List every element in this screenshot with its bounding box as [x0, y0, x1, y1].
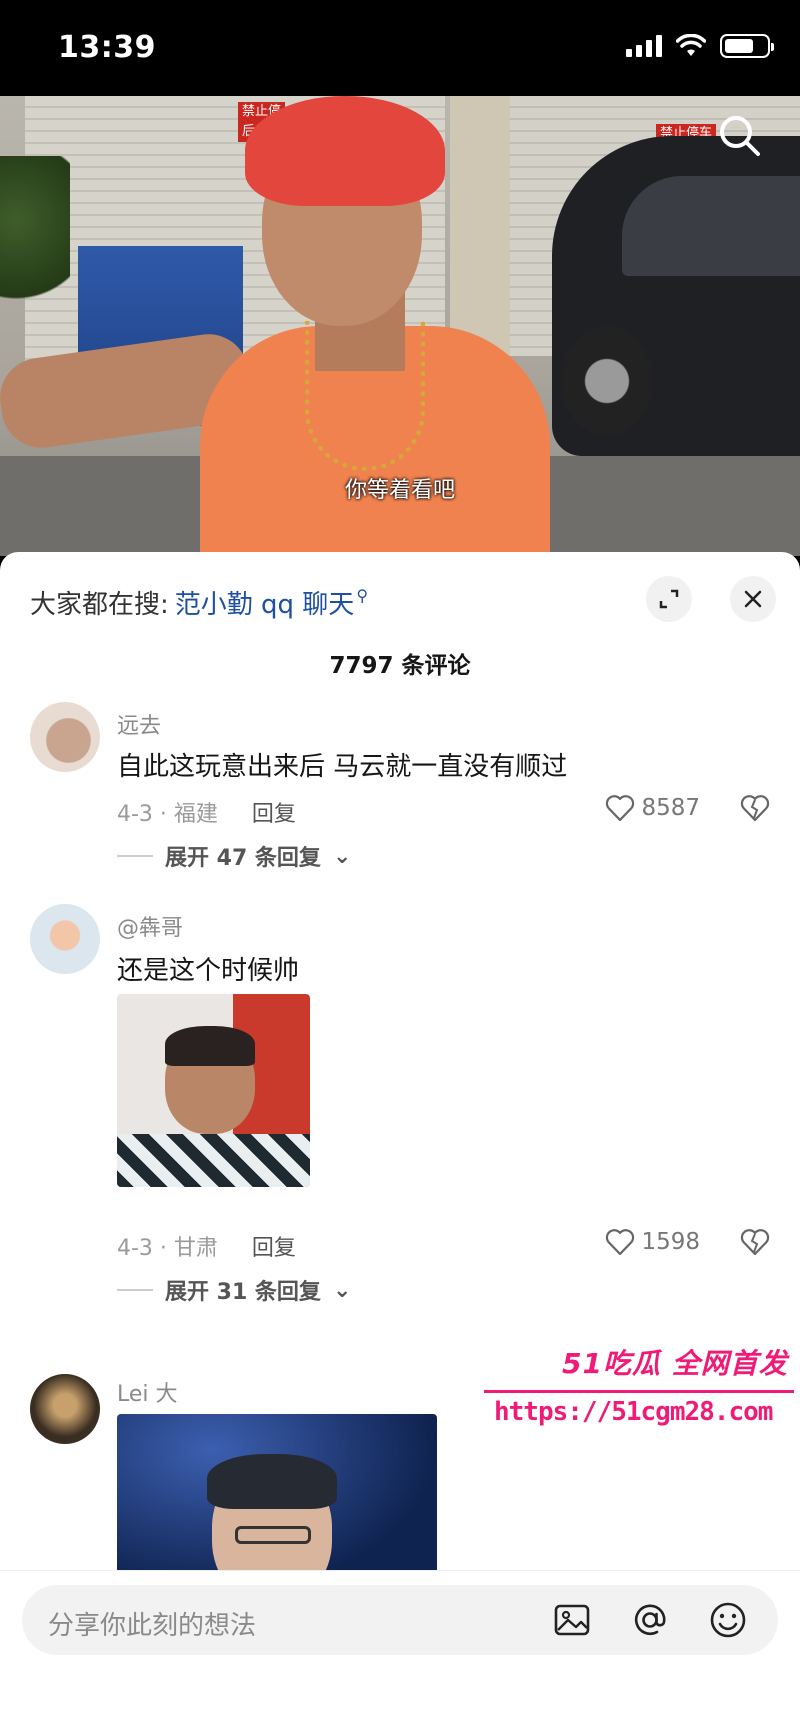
image-hair: [207, 1454, 337, 1509]
comment-date-location: 4-3 · 福建: [117, 802, 218, 827]
comment-input-bar: 分享你此刻的想法: [0, 1570, 800, 1731]
comment-input[interactable]: 分享你此刻的想法: [22, 1585, 778, 1655]
wifi-icon: [676, 34, 706, 56]
watermark-url: https://51cgm28.com: [494, 1397, 773, 1427]
comment-username[interactable]: 远去: [117, 708, 161, 740]
broken-heart-icon[interactable]: [740, 1228, 770, 1256]
comment-input-placeholder: 分享你此刻的想法: [48, 1611, 257, 1641]
emoji-icon[interactable]: [708, 1600, 748, 1640]
image-glasses: [235, 1526, 311, 1544]
expand-line: [117, 1289, 153, 1291]
expand-line: [117, 855, 153, 857]
video-person-hair: [245, 96, 445, 206]
video-person-chain: [305, 321, 425, 471]
video-car: [552, 136, 800, 456]
like-count: 1598: [641, 1229, 700, 1255]
chevron-down-icon: ⌄: [332, 1277, 352, 1303]
comment-date-location: 4-3 · 甘肃: [117, 1236, 218, 1261]
comment-count: 7797 条评论: [329, 653, 471, 679]
fullscreen-button[interactable]: [646, 576, 692, 622]
heart-icon: [606, 795, 635, 822]
comment-item: @犇哥 还是这个时候帅 4-3 · 甘肃 回复 1598 展开 31 条回复 ⌄: [0, 904, 800, 1305]
trending-search[interactable]: 大家都在搜: 范小勤 qq 聊天 ⚲: [30, 584, 368, 621]
comment-meta: 4-3 · 福建 回复: [117, 796, 296, 828]
comment-username[interactable]: @犇哥: [117, 910, 183, 942]
trending-search-keyword[interactable]: 范小勤 qq 聊天: [175, 584, 355, 621]
at-icon[interactable]: [630, 1600, 670, 1640]
watermark-bar: [484, 1390, 794, 1393]
like-button[interactable]: 8587: [605, 794, 700, 822]
expand-replies-button[interactable]: 展开 31 条回复 ⌄: [117, 1274, 351, 1306]
video-plant: [0, 156, 70, 316]
avatar[interactable]: [30, 904, 100, 974]
small-search-icon: ⚲: [356, 586, 369, 605]
close-button[interactable]: [730, 576, 776, 622]
watermark: 51吃瓜 全网首发 https://51cgm28.com: [484, 1342, 794, 1432]
reply-button[interactable]: 回复: [252, 796, 296, 828]
chevron-down-icon: ⌄: [332, 843, 352, 869]
expand-replies-label: 展开 31 条回复: [165, 1280, 321, 1305]
heart-icon: [606, 1229, 635, 1256]
expand-replies-label: 展开 47 条回复: [165, 846, 321, 871]
comment-text: 自此这玩意出来后 马云就一直没有顺过: [117, 752, 568, 782]
comment-image[interactable]: [117, 1414, 437, 1594]
expand-replies-button[interactable]: 展开 47 条回复 ⌄: [117, 840, 351, 872]
video-subtitle: 你等着看吧: [344, 478, 455, 503]
battery-icon: [720, 34, 774, 58]
comment-item: 远去 自此这玩意出来后 马云就一直没有顺过 4-3 · 福建 回复 8587 展…: [0, 702, 800, 872]
watermark-brand: 51吃瓜 全网首发: [562, 1347, 788, 1380]
expand-icon: [659, 589, 679, 609]
comment-meta: 4-3 · 甘肃 回复: [117, 1230, 296, 1262]
close-icon: [744, 590, 762, 608]
reply-button[interactable]: 回复: [252, 1230, 296, 1262]
status-time: 13:39: [58, 30, 156, 65]
like-button[interactable]: 1598: [605, 1228, 700, 1256]
comments-panel: 大家都在搜: 范小勤 qq 聊天 ⚲ 7797 条评论 远去 自此这玩意出来后 …: [0, 552, 800, 1731]
signal-icon: [626, 35, 662, 57]
status-icons: [626, 34, 774, 58]
status-bar: 13:39: [0, 0, 800, 96]
avatar[interactable]: [30, 702, 100, 772]
video-player[interactable]: 禁止停 后果自 禁止停车 你等着看吧: [0, 96, 800, 556]
like-count: 8587: [641, 795, 700, 821]
comment-text: 还是这个时候帅: [117, 956, 300, 986]
comment-username[interactable]: Lei 大: [117, 1376, 178, 1408]
search-icon[interactable]: [716, 112, 764, 160]
image-icon[interactable]: [552, 1600, 592, 1640]
avatar[interactable]: [30, 1374, 100, 1444]
trending-search-prefix: 大家都在搜:: [30, 590, 169, 620]
comment-image[interactable]: [117, 994, 310, 1187]
image-shirt: [117, 1134, 310, 1187]
image-hair: [165, 1026, 255, 1066]
broken-heart-icon[interactable]: [740, 794, 770, 822]
